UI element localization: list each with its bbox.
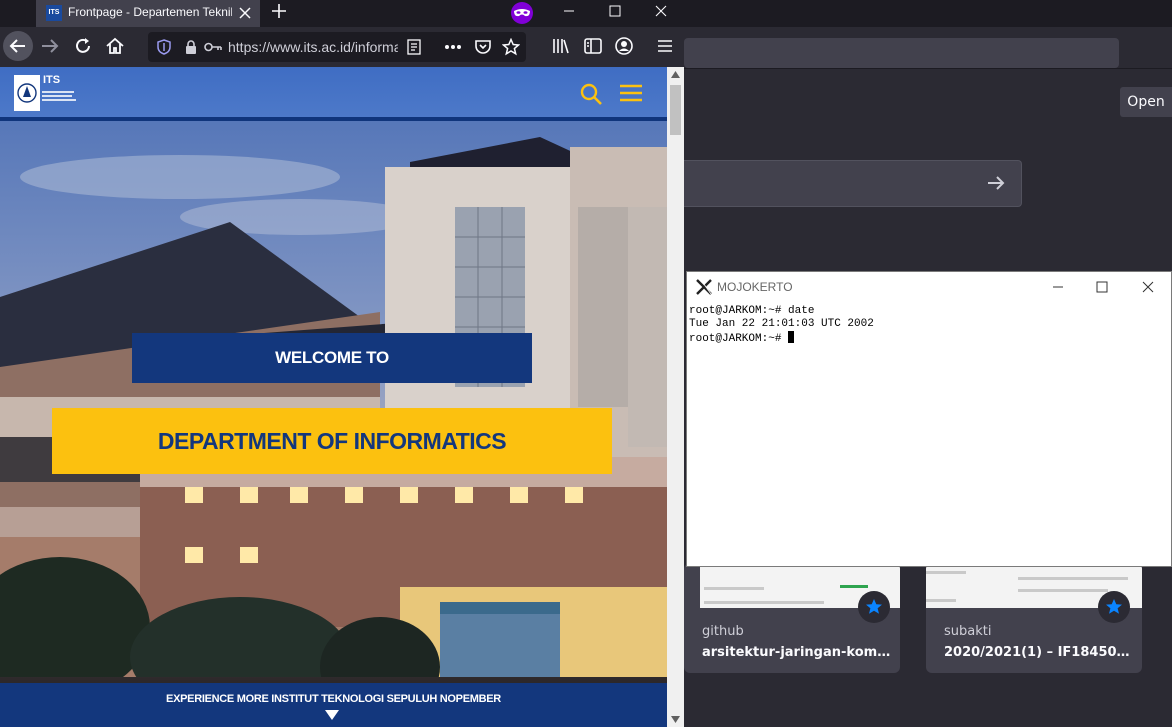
private-browsing-mask-icon [511,2,533,24]
pin-icon [1106,599,1122,614]
tile-title: 2020/2021(1) – IF184504 ... [944,645,1134,660]
tracking-shield-icon[interactable] [156,39,172,55]
site-menu-icon[interactable] [619,83,643,103]
tile-site-name: github [702,624,744,639]
background-url-bar[interactable] [684,38,1119,68]
maximize-icon[interactable] [1093,278,1111,296]
tab-title: Frontpage - Departemen Teknik [68,5,232,19]
pin-badge [858,591,890,623]
back-button[interactable] [3,31,33,61]
web-page-viewport[interactable]: ITS WELCOME TO DEPARTMENT OF INFORMATICS… [0,67,667,727]
department-title-banner: DEPARTMENT OF INFORMATICS [52,408,612,474]
arrow-left-icon [9,39,25,53]
minimize-icon[interactable] [1049,278,1067,296]
desktop: Open github arsitektur-jaringan-komputer [0,0,1172,727]
header-divider [0,117,667,121]
maximize-icon[interactable] [608,4,622,18]
pin-badge [1098,591,1130,623]
forward-arrow-icon[interactable] [39,35,61,57]
reload-icon[interactable] [72,35,94,57]
terminal-window[interactable]: MOJOKERTO root@JARKOM:~# date Tue Jan 22 … [686,271,1172,567]
top-site-tile[interactable]: github arsitektur-jaringan-komputer [684,563,900,673]
x-window-icon [696,279,712,295]
lock-icon[interactable] [184,39,198,55]
new-tab-plus-icon[interactable] [270,2,288,20]
home-icon[interactable] [104,35,126,57]
close-icon[interactable] [1139,278,1157,296]
tab-close-icon[interactable] [238,6,252,20]
more-actions-icon[interactable] [444,44,462,50]
account-icon[interactable] [613,35,635,57]
experience-more-link[interactable]: EXPERIENCE MORE INSTITUT TEKNOLOGI SEPUL… [0,693,667,705]
minimize-icon[interactable] [562,4,576,18]
sidebar-icon[interactable] [582,35,604,57]
terminal-line: root@JARKOM:~# [689,333,789,345]
foreground-browser-window: ITS Frontpage - Departemen Teknik https:… [0,0,684,727]
terminal-titlebar[interactable]: MOJOKERTO [687,272,1171,302]
experience-more-bar[interactable]: EXPERIENCE MORE INSTITUT TEKNOLOGI SEPUL… [0,683,667,727]
scroll-up-icon[interactable] [671,71,680,78]
terminal-title: MOJOKERTO [717,280,793,294]
campus-building-photo [0,67,667,727]
tab-active[interactable]: ITS Frontpage - Departemen Teknik [36,0,260,27]
open-button[interactable]: Open [1120,87,1172,117]
its-favicon-icon: ITS [46,5,62,21]
tab-bar: ITS Frontpage - Departemen Teknik [0,0,684,27]
pocket-icon[interactable] [474,38,492,56]
terminal-output[interactable]: root@JARKOM:~# date Tue Jan 22 21:01:03 U… [689,305,874,346]
its-logo[interactable]: ITS [14,73,76,113]
top-site-tile[interactable]: subakti 2020/2021(1) – IF184504 ... [926,563,1142,673]
reader-view-icon[interactable] [406,39,422,55]
arrow-right-icon[interactable] [985,172,1007,194]
url-bar[interactable]: https://www.its.ac.id/informatika [148,32,526,62]
key-icon[interactable] [204,40,222,54]
its-logo-text: ITS [43,74,61,86]
terminal-cursor [788,331,795,343]
down-arrow-icon[interactable] [325,710,339,720]
background-toolbar [684,27,1172,69]
hamburger-menu-icon[interactable] [654,35,676,57]
bookmark-star-icon[interactable] [502,38,520,56]
tile-title: arsitektur-jaringan-komputer [702,645,892,660]
library-icon[interactable] [550,35,572,57]
scroll-down-icon[interactable] [671,716,680,723]
newtab-search-box[interactable] [684,160,1022,207]
close-icon[interactable] [654,4,668,18]
pin-icon [866,599,882,614]
url-text[interactable]: https://www.its.ac.id/informatika [228,39,398,55]
terminal-line: Tue Jan 22 21:01:03 UTC 2002 [689,318,874,330]
background-titlebar [684,0,1172,27]
navigation-toolbar: https://www.its.ac.id/informatika [0,27,684,67]
scrollbar-thumb[interactable] [670,85,681,135]
terminal-prompt-line: root@JARKOM:~# [689,331,874,346]
page-scrollbar[interactable] [667,67,684,727]
site-header [0,67,667,117]
terminal-line: root@JARKOM:~# date [689,305,815,317]
tile-site-name: subakti [944,624,992,639]
search-icon[interactable] [579,82,603,106]
welcome-banner: WELCOME TO [132,333,532,383]
